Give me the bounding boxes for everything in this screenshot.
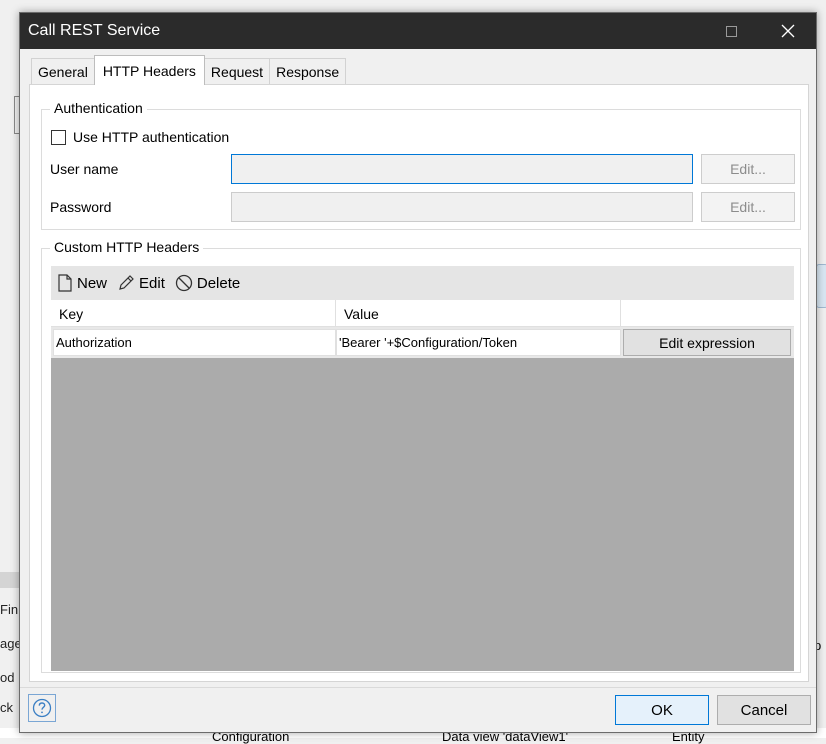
delete-label: Delete [196,274,241,292]
background-text: age [0,636,19,651]
title-bar[interactable]: Call REST Service [20,13,816,49]
use-http-auth-checkbox[interactable] [51,129,66,145]
header-value-cell[interactable]: 'Bearer '+$Configuration/Token [336,329,621,356]
new-document-icon [58,274,72,292]
help-icon [32,698,52,718]
background-text: od [0,670,15,685]
use-http-auth-label: Use HTTP authentication [73,129,230,145]
call-rest-service-dialog: Call REST Service General HTTP Headers R… [19,12,817,733]
pencil-icon [119,275,134,290]
authentication-legend: Authentication [50,100,147,116]
header-key-cell[interactable]: Authorization [53,329,336,356]
authentication-group: Authentication Use HTTP authentication U… [41,100,801,230]
tab-http-headers[interactable]: HTTP Headers [93,55,205,85]
column-header-key[interactable]: Key [51,300,336,327]
custom-headers-group: Custom HTTP Headers New Edit Delete Key … [41,239,801,673]
new-header-button[interactable]: New [57,274,107,292]
username-label: User name [50,161,119,177]
headers-grid: Key Value Authorization 'Bearer '+$Confi… [51,300,794,671]
column-header-action [621,300,794,327]
edit-expression-button[interactable]: Edit expression [623,329,791,356]
tab-request[interactable]: Request [203,58,271,85]
ok-button[interactable]: OK [615,695,709,725]
grid-header: Key Value [51,300,794,327]
close-icon [781,24,795,38]
tab-strip: General HTTP Headers Request Response [31,55,347,85]
username-edit-button[interactable]: Edit... [701,154,795,184]
footer-separator [20,687,816,688]
new-label: New [77,274,108,292]
help-button[interactable] [28,694,56,722]
tab-general[interactable]: General [31,58,95,85]
http-headers-panel: Authentication Use HTTP authentication U… [29,84,809,682]
table-row[interactable]: Authorization 'Bearer '+$Configuration/T… [51,327,794,358]
maximize-button[interactable] [708,13,754,49]
use-http-auth-row[interactable]: Use HTTP authentication [51,129,229,145]
cancel-button[interactable]: Cancel [717,695,811,725]
background-side-handle [816,264,826,308]
background-text: ck [0,700,13,715]
username-input[interactable] [231,154,693,184]
edit-label: Edit [139,274,165,292]
password-label: Password [50,199,112,215]
delete-header-button[interactable]: Delete [175,274,240,292]
maximize-icon [725,25,737,37]
edit-header-button[interactable]: Edit [117,274,165,292]
prohibited-icon [175,274,193,292]
custom-headers-legend: Custom HTTP Headers [50,239,204,255]
tab-response[interactable]: Response [269,58,347,85]
password-input[interactable] [231,192,693,222]
headers-toolbar: New Edit Delete [51,266,794,300]
background-text: Fin [0,602,19,617]
password-edit-button[interactable]: Edit... [701,192,795,222]
column-header-value[interactable]: Value [336,300,621,327]
background-strip [0,572,20,588]
close-button[interactable] [765,13,811,49]
dialog-title: Call REST Service [28,22,161,39]
